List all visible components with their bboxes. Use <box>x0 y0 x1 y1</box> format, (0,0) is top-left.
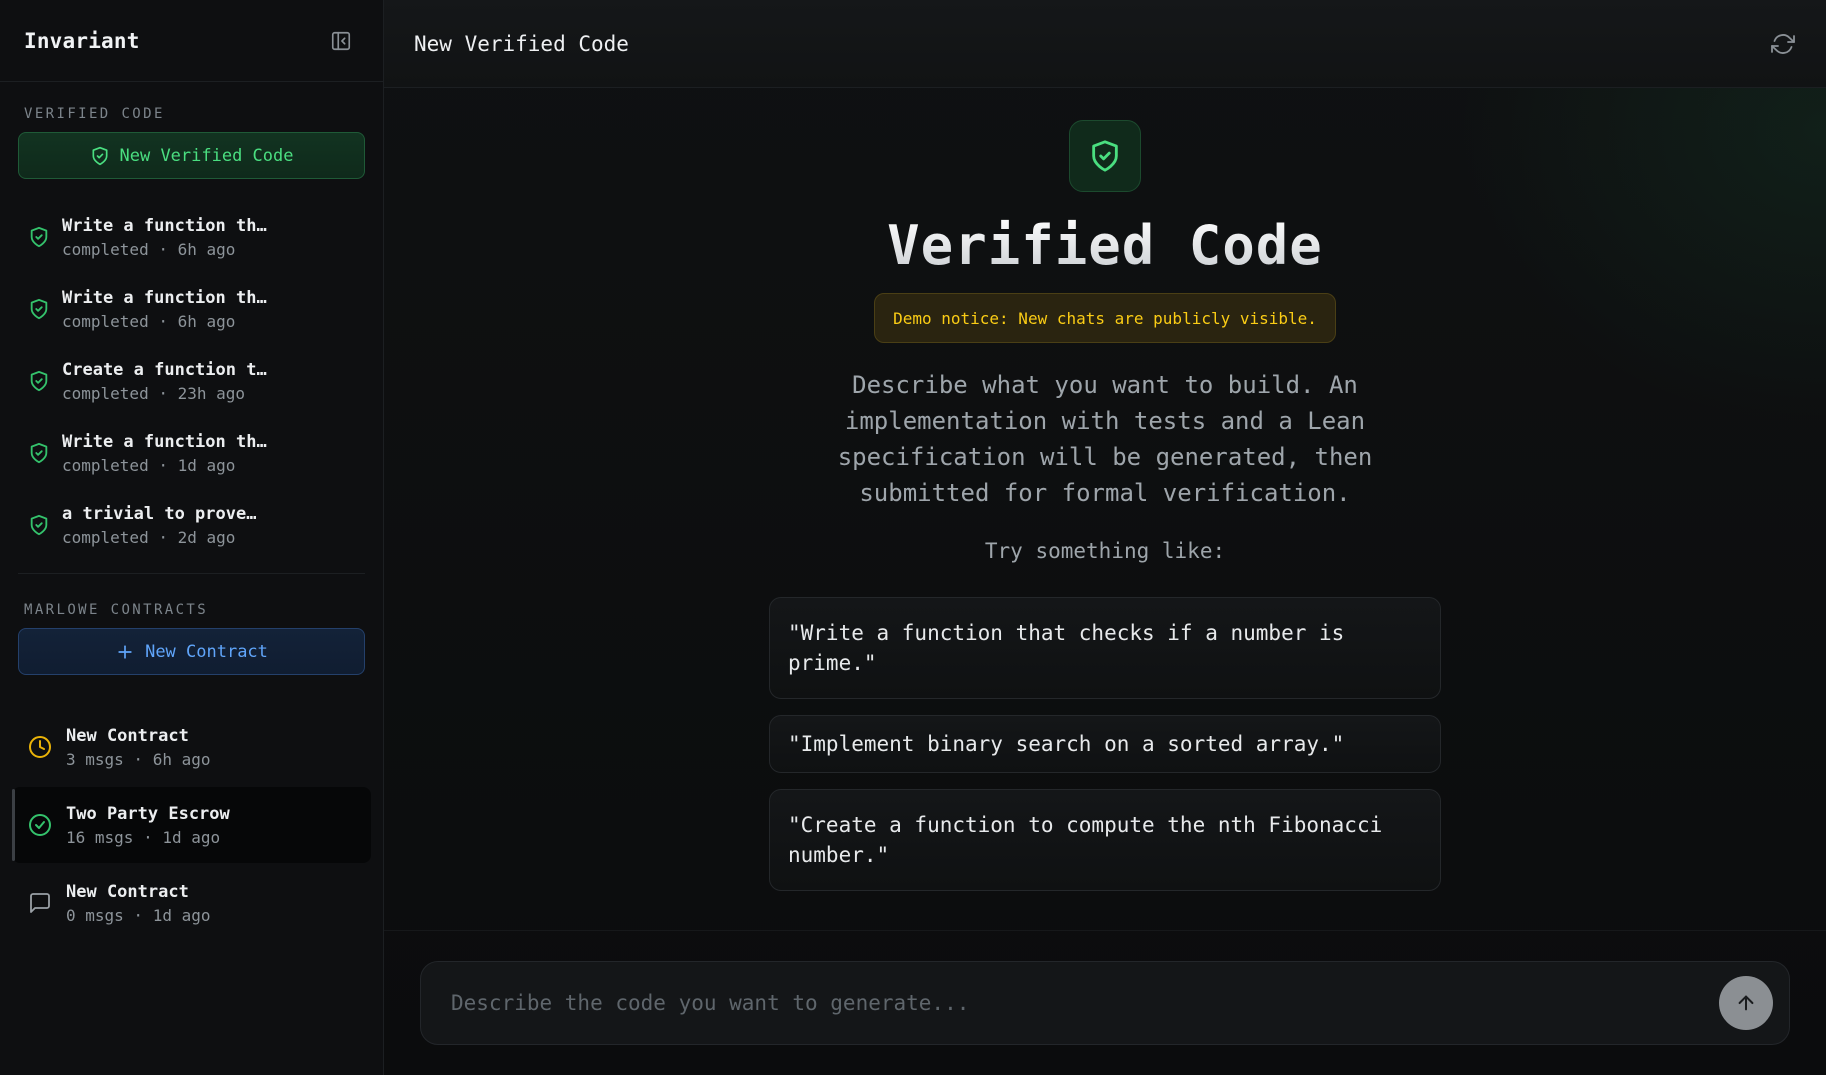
try-label: Try something like: <box>984 539 1226 563</box>
sidebar: Invariant VERIFIED CODE New Verified Cod… <box>0 0 384 1075</box>
shield-check-icon <box>28 442 50 464</box>
contract-item-meta: 0 msgs · 1d ago <box>66 905 211 925</box>
shield-check-icon <box>28 514 50 536</box>
hero-title: Verified Code <box>887 214 1323 277</box>
suggestion-card[interactable]: "Create a function to compute the nth Fi… <box>769 789 1441 891</box>
suggestion-card[interactable]: "Write a function that checks if a numbe… <box>769 597 1441 699</box>
verified-code-item[interactable]: Write a function th… completed · 6h ago <box>0 273 383 345</box>
prompt-input[interactable] <box>451 991 1719 1015</box>
main-panel: New Verified Code Verified Code Demo not… <box>384 0 1826 1075</box>
suggestion-card[interactable]: "Implement binary search on a sorted arr… <box>769 715 1441 773</box>
send-button[interactable] <box>1719 976 1773 1030</box>
verified-code-item-title: Write a function th… <box>62 215 267 236</box>
verified-code-item-meta: completed · 6h ago <box>62 311 236 331</box>
contract-item[interactable]: New Contract 0 msgs · 1d ago <box>12 865 371 941</box>
sidebar-divider <box>18 573 365 574</box>
verified-code-item[interactable]: Create a function t… completed · 23h ago <box>0 345 383 417</box>
page-title: New Verified Code <box>414 31 629 56</box>
verified-code-item-meta: completed · 23h ago <box>62 383 246 403</box>
new-contract-label: New Contract <box>145 641 268 662</box>
arrow-up-icon <box>1735 992 1757 1014</box>
demo-notice-badge: Demo notice: New chats are publicly visi… <box>874 293 1336 343</box>
verified-code-item-title: a trivial to prove… <box>62 503 257 524</box>
brand-name: Invariant <box>24 28 140 53</box>
contract-list: New Contract 3 msgs · 6h ago Two Party E… <box>0 709 383 943</box>
shield-check-icon <box>28 226 50 248</box>
new-verified-code-label: New Verified Code <box>119 145 294 166</box>
suggestion-list: "Write a function that checks if a numbe… <box>769 597 1441 891</box>
shield-check-icon <box>1069 120 1141 192</box>
verified-code-item[interactable]: a trivial to prove… completed · 2d ago <box>0 489 383 561</box>
shield-check-icon <box>28 370 50 392</box>
verified-code-item-meta: completed · 2d ago <box>62 527 236 547</box>
verified-code-item-meta: completed · 1d ago <box>62 455 236 475</box>
composer-area <box>384 930 1826 1075</box>
verified-code-item-title: Write a function th… <box>62 287 267 308</box>
sidebar-collapse-icon[interactable] <box>329 29 353 53</box>
contract-item-meta: 16 msgs · 1d ago <box>66 827 221 847</box>
check-circle-icon <box>28 813 52 837</box>
verified-code-list: Write a function th… completed · 6h ago … <box>0 201 383 561</box>
welcome-content: Verified Code Demo notice: New chats are… <box>384 88 1826 930</box>
contract-item-title: New Contract <box>66 725 189 746</box>
new-verified-code-button[interactable]: New Verified Code <box>18 132 365 179</box>
verified-code-item-meta: completed · 6h ago <box>62 239 236 259</box>
contract-item-title: Two Party Escrow <box>66 803 230 824</box>
contract-item-title: New Contract <box>66 881 189 902</box>
verified-code-item-title: Write a function th… <box>62 431 267 452</box>
section-label-verified-code: VERIFIED CODE <box>24 106 165 122</box>
new-contract-button[interactable]: New Contract <box>18 628 365 675</box>
description-text: Describe what you want to build. An impl… <box>837 371 1373 507</box>
top-bar: New Verified Code <box>384 0 1826 88</box>
plus-icon <box>115 642 135 662</box>
composer <box>420 961 1790 1045</box>
shield-check-icon <box>28 298 50 320</box>
message-square-icon <box>28 891 52 915</box>
section-label-marlowe-contracts: MARLOWE CONTRACTS <box>24 602 209 618</box>
verified-code-item-title: Create a function t… <box>62 359 267 380</box>
contract-item-active[interactable]: Two Party Escrow 16 msgs · 1d ago <box>12 787 371 863</box>
sidebar-header: Invariant <box>0 0 383 82</box>
clock-icon <box>28 735 52 759</box>
shield-check-icon <box>90 146 110 166</box>
verified-code-item[interactable]: Write a function th… completed · 6h ago <box>0 201 383 273</box>
contract-item-meta: 3 msgs · 6h ago <box>66 749 211 769</box>
verified-code-item[interactable]: Write a function th… completed · 1d ago <box>0 417 383 489</box>
refresh-icon[interactable] <box>1770 31 1796 57</box>
contract-item[interactable]: New Contract 3 msgs · 6h ago <box>12 709 371 785</box>
app-root: Invariant VERIFIED CODE New Verified Cod… <box>0 0 1826 1075</box>
